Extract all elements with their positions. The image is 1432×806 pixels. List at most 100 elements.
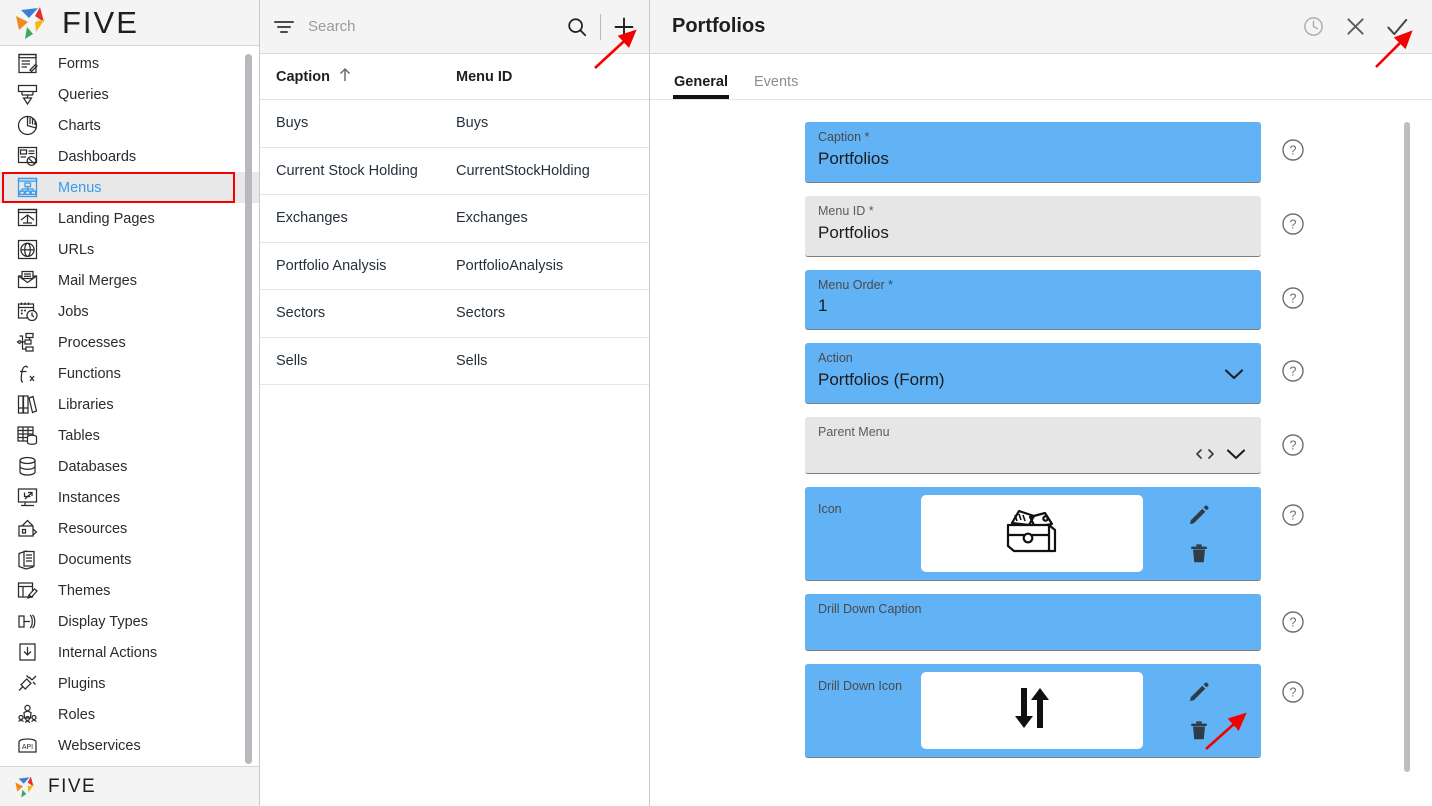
field-caption[interactable]: Caption * Portfolios bbox=[805, 122, 1261, 183]
field-action[interactable]: Action Portfolios (Form) bbox=[805, 343, 1261, 404]
sidebar-item-forms[interactable]: Forms bbox=[0, 48, 259, 79]
field-row-drill-down-caption: Drill Down Caption? bbox=[805, 594, 1305, 651]
field-caption-value[interactable]: Portfolios bbox=[805, 145, 1261, 182]
sidebar-item-landing-pages[interactable]: Landing Pages bbox=[0, 203, 259, 234]
field-action-value[interactable]: Portfolios (Form) bbox=[805, 366, 1261, 403]
arrow-up-icon bbox=[338, 67, 352, 87]
field-parent-menu-controls[interactable] bbox=[1194, 447, 1247, 466]
field-drill-down-caption[interactable]: Drill Down Caption bbox=[805, 594, 1261, 651]
sidebar-item-label: Tables bbox=[58, 427, 100, 444]
sidebar-item-themes[interactable]: Themes bbox=[0, 575, 259, 606]
tab-events[interactable]: Events bbox=[754, 74, 798, 99]
sidebar-item-queries[interactable]: Queries bbox=[0, 79, 259, 110]
sidebar-item-urls[interactable]: URLs bbox=[0, 234, 259, 265]
code-brackets-icon[interactable] bbox=[1194, 447, 1216, 466]
up-down-arrows-icon-preview[interactable] bbox=[921, 672, 1143, 749]
help-circle-icon[interactable]: ? bbox=[1281, 610, 1305, 634]
help-circle-icon[interactable]: ? bbox=[1281, 212, 1305, 236]
sidebar-item-libraries[interactable]: Libraries bbox=[0, 389, 259, 420]
databases-icon bbox=[14, 455, 40, 479]
jobs-icon bbox=[14, 300, 40, 324]
roles-icon bbox=[14, 703, 40, 727]
help-circle-icon[interactable]: ? bbox=[1281, 359, 1305, 383]
display-types-icon bbox=[14, 610, 40, 634]
sidebar-item-resources[interactable]: Resources bbox=[0, 513, 259, 544]
sidebar-scrollbar[interactable] bbox=[245, 54, 252, 764]
table-row[interactable]: Buys Buys bbox=[260, 100, 649, 148]
field-menu-id[interactable]: Menu ID * Portfolios bbox=[805, 195, 1261, 257]
help-circle-icon[interactable]: ? bbox=[1281, 138, 1305, 162]
cell-caption: Exchanges bbox=[276, 210, 348, 227]
sidebar-item-label: Databases bbox=[58, 458, 128, 475]
sidebar-item-processes[interactable]: Processes bbox=[0, 327, 259, 358]
mail-merges-icon bbox=[14, 269, 40, 293]
edit-pencil-icon[interactable] bbox=[1187, 503, 1211, 527]
help-circle-icon[interactable]: ? bbox=[1281, 680, 1305, 704]
table-row[interactable]: Exchanges Exchanges bbox=[260, 195, 649, 243]
sidebar-item-plugins[interactable]: Plugins bbox=[0, 668, 259, 699]
chevron-down-icon[interactable] bbox=[1223, 367, 1245, 386]
tab-general[interactable]: General bbox=[673, 74, 729, 99]
field-parent-menu-value[interactable] bbox=[805, 440, 1261, 468]
sidebar-item-instances[interactable]: Instances bbox=[0, 482, 259, 513]
checkmark-icon[interactable] bbox=[1380, 10, 1414, 44]
filter-icon[interactable] bbox=[274, 19, 296, 35]
cell-caption: Sectors bbox=[276, 305, 326, 322]
field-parent-menu[interactable]: Parent Menu bbox=[805, 417, 1261, 474]
app-logo-footer: FIVE bbox=[0, 766, 259, 806]
delete-trash-icon[interactable] bbox=[1188, 542, 1210, 565]
edit-pencil-icon[interactable] bbox=[1187, 680, 1211, 704]
sidebar-item-databases[interactable]: Databases bbox=[0, 451, 259, 482]
chevron-down-icon[interactable] bbox=[1225, 447, 1247, 466]
sidebar-item-documents[interactable]: Documents bbox=[0, 544, 259, 575]
sidebar-item-jobs[interactable]: Jobs bbox=[0, 296, 259, 327]
delete-trash-icon[interactable] bbox=[1188, 719, 1210, 742]
search-input[interactable] bbox=[308, 18, 564, 35]
sidebar-item-dashboards[interactable]: Dashboards bbox=[0, 141, 259, 172]
table-row[interactable]: Sectors Sectors bbox=[260, 290, 649, 338]
five-pinwheel-icon bbox=[16, 6, 45, 39]
sidebar-item-label: Instances bbox=[58, 489, 121, 506]
form-scrollbar[interactable] bbox=[1404, 122, 1410, 772]
field-menu-order[interactable]: Menu Order * 1 bbox=[805, 269, 1261, 331]
table-row[interactable]: Sells Sells bbox=[260, 338, 649, 385]
portfolio-box-icon-preview[interactable] bbox=[921, 495, 1143, 572]
svg-text:?: ? bbox=[1290, 365, 1297, 379]
svg-text:?: ? bbox=[1290, 144, 1297, 158]
help-circle-icon[interactable]: ? bbox=[1281, 433, 1305, 457]
sidebar-item-internal-actions[interactable]: Internal Actions bbox=[0, 637, 259, 668]
field-caption-label: Caption * bbox=[818, 130, 870, 144]
list-toolbar bbox=[260, 0, 649, 54]
field-drill-down-caption-value[interactable] bbox=[805, 617, 1261, 645]
add-menu-button[interactable] bbox=[611, 14, 637, 40]
field-drill-down-icon[interactable]: Drill Down Icon bbox=[805, 664, 1261, 758]
sidebar-item-mail-merges[interactable]: Mail Merges bbox=[0, 265, 259, 296]
sidebar-item-label: Roles bbox=[58, 706, 96, 723]
sidebar-item-tables[interactable]: Tables bbox=[0, 420, 259, 451]
help-circle-icon[interactable]: ? bbox=[1281, 286, 1305, 310]
table-row[interactable]: Portfolio Analysis PortfolioAnalysis bbox=[260, 243, 649, 290]
help-circle-icon[interactable]: ? bbox=[1281, 503, 1305, 527]
field-menu-order-value[interactable]: 1 bbox=[805, 292, 1261, 329]
column-header-menu-id[interactable]: Menu ID bbox=[456, 69, 649, 85]
sidebar-item-webservices[interactable]: API Webservices bbox=[0, 730, 259, 761]
processes-icon bbox=[14, 331, 40, 355]
tab-general-label: General bbox=[674, 74, 728, 90]
sidebar-item-display-types[interactable]: Display Types bbox=[0, 606, 259, 637]
close-icon[interactable] bbox=[1338, 10, 1372, 44]
sidebar-item-roles[interactable]: Roles bbox=[0, 699, 259, 730]
field-icon-label: Icon bbox=[818, 502, 842, 516]
sidebar-item-menus[interactable]: Menus bbox=[0, 172, 259, 203]
sidebar-item-functions[interactable]: Functions bbox=[0, 358, 259, 389]
svg-text:API: API bbox=[21, 744, 32, 751]
sidebar-item-charts[interactable]: Charts bbox=[0, 110, 259, 141]
field-row-action: Action Portfolios (Form)? bbox=[805, 343, 1305, 404]
menus-list-panel: Caption Menu ID Buys Buys Current Stock Ho… bbox=[260, 0, 650, 806]
history-icon[interactable] bbox=[1296, 10, 1330, 44]
table-row[interactable]: Current Stock Holding CurrentStockHolding bbox=[260, 148, 649, 195]
search-icon[interactable] bbox=[564, 14, 590, 40]
column-header-caption[interactable]: Caption bbox=[260, 67, 456, 87]
field-icon[interactable]: Icon bbox=[805, 487, 1261, 581]
tab-events-label: Events bbox=[754, 74, 799, 90]
field-menu-id-value[interactable]: Portfolios bbox=[805, 219, 1261, 256]
